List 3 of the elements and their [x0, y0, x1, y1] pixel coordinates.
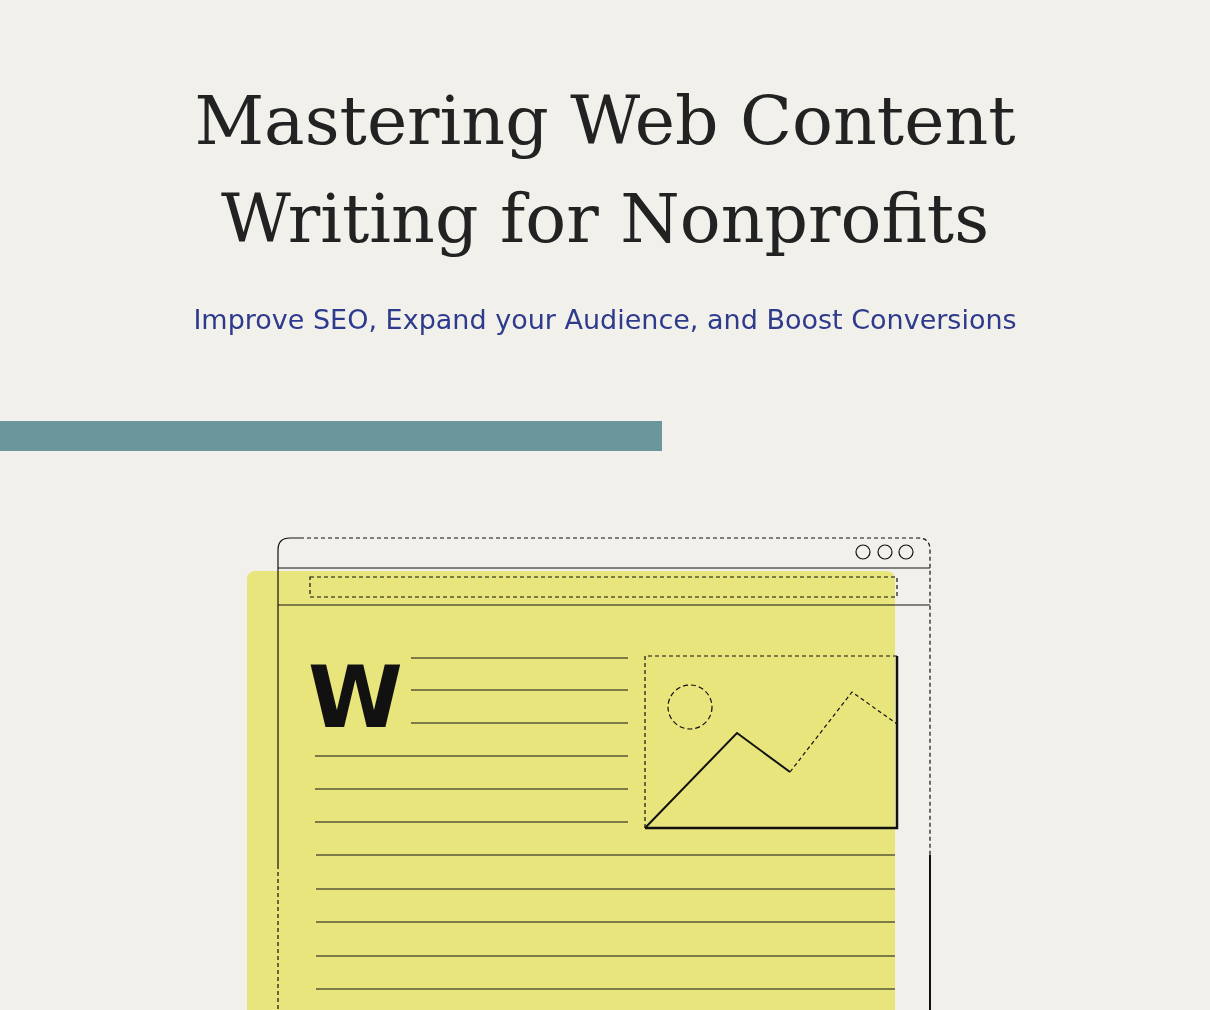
drop-cap-letter: W [308, 647, 403, 747]
page-title: Mastering Web Content Writing for Nonprofits [194, 80, 1016, 260]
page-subtitle: Improve SEO, Expand your Audience, and Boost Conversions [193, 304, 1017, 335]
